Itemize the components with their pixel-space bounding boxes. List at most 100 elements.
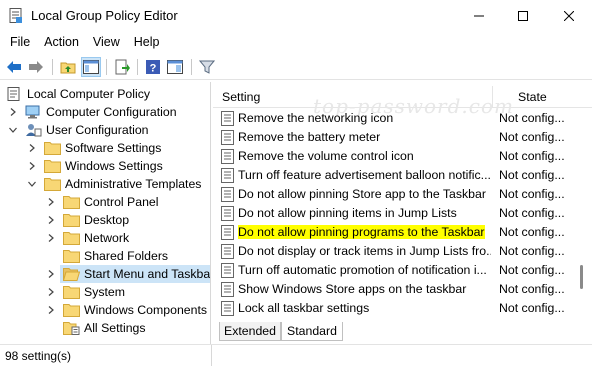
back-button[interactable]	[4, 57, 24, 77]
column-header-setting[interactable]: Setting	[222, 90, 260, 104]
export-list-button[interactable]	[112, 57, 132, 77]
table-row-highlighted[interactable]: Do not allow pinning programs to the Tas…	[213, 223, 579, 242]
filter-icon	[199, 60, 215, 74]
table-row[interactable]: Remove the networking icon Not config...	[213, 109, 579, 128]
show-hide-tree-icon	[83, 60, 99, 74]
all-settings-icon	[63, 322, 80, 335]
table-row[interactable]: Show Windows Store apps on the taskbar N…	[213, 280, 579, 299]
close-button[interactable]	[546, 0, 592, 31]
folder-icon	[44, 160, 61, 173]
minimize-button[interactable]	[456, 0, 502, 31]
show-hide-tree-button[interactable]	[81, 57, 101, 77]
menu-file[interactable]: File	[0, 32, 37, 52]
tree-item-software-settings[interactable]: Software Settings	[0, 139, 210, 157]
setting-state: Not config...	[499, 149, 565, 163]
tree-item-administrative-templates[interactable]: Administrative Templates	[0, 175, 210, 193]
table-row[interactable]: Turn off automatic promotion of notifica…	[213, 261, 579, 280]
policy-setting-icon	[221, 244, 234, 259]
tree-item-root[interactable]: Local Computer Policy	[0, 85, 210, 103]
chevron-right-icon[interactable]	[47, 234, 55, 242]
up-level-button[interactable]	[58, 57, 78, 77]
policy-setting-icon	[221, 111, 234, 126]
status-bar: 98 setting(s)	[0, 344, 592, 366]
chevron-right-icon[interactable]	[47, 216, 55, 224]
console-view-icon	[167, 60, 183, 74]
up-folder-icon	[60, 62, 76, 74]
chevron-down-icon[interactable]	[9, 126, 17, 134]
tab-standard[interactable]: Standard	[281, 322, 343, 341]
help-icon: ?	[146, 60, 160, 75]
tree-item-desktop[interactable]: Desktop	[0, 211, 210, 229]
tree-item-system[interactable]: System	[0, 283, 210, 301]
maximize-icon	[518, 10, 528, 21]
tree-item-windows-settings[interactable]: Windows Settings	[0, 157, 210, 175]
table-row[interactable]: Do not display or track items in Jump Li…	[213, 242, 579, 261]
policy-setting-icon	[221, 149, 234, 164]
list-header: Setting top-password.com State	[213, 86, 592, 118]
tree-item-start-menu-and-taskbar[interactable]: Start Menu and Taskbar	[0, 265, 211, 283]
policy-setting-icon	[221, 130, 234, 145]
setting-state: Not config...	[499, 130, 565, 144]
table-row[interactable]: Lock all taskbar settings Not config...	[213, 299, 579, 318]
setting-state: Not config...	[499, 168, 565, 182]
table-row[interactable]: Turn off feature advertisement balloon n…	[213, 166, 579, 185]
table-row[interactable]: Do not allow pinning items in Jump Lists…	[213, 204, 579, 223]
column-divider[interactable]	[492, 86, 493, 108]
close-icon	[564, 10, 574, 21]
chevron-right-icon[interactable]	[28, 144, 36, 152]
minimize-icon	[474, 15, 484, 16]
highlighted-text: Do not allow pinning programs to the Tas…	[238, 225, 485, 239]
maximize-button[interactable]	[500, 0, 546, 31]
table-row[interactable]: Remove the battery meter Not config...	[213, 128, 579, 147]
chevron-right-icon[interactable]	[47, 306, 55, 314]
tree-item-shared-folders[interactable]: Shared Folders	[0, 247, 210, 265]
policy-setting-icon	[221, 282, 234, 297]
menu-bar: File Action View Help	[0, 32, 592, 52]
filter-button[interactable]	[197, 57, 217, 77]
computer-icon	[25, 105, 40, 119]
chevron-right-icon[interactable]	[47, 270, 55, 278]
chevron-down-icon[interactable]	[28, 180, 36, 188]
folder-icon	[44, 178, 61, 191]
tree-item-windows-components[interactable]: Windows Components	[0, 301, 210, 319]
setting-name: Show Windows Store apps on the taskbar	[238, 282, 467, 296]
chevron-right-icon[interactable]	[47, 288, 55, 296]
folder-icon	[63, 286, 80, 299]
setting-name: Remove the volume control icon	[238, 149, 414, 163]
policy-setting-icon	[221, 168, 234, 183]
menu-view[interactable]: View	[86, 32, 127, 52]
folder-icon	[63, 214, 80, 227]
chevron-right-icon[interactable]	[47, 198, 55, 206]
chevron-right-icon[interactable]	[9, 108, 17, 116]
setting-name: Do not allow pinning Store app to the Ta…	[238, 187, 486, 201]
vertical-scrollbar[interactable]	[578, 107, 585, 315]
table-row[interactable]: Do not allow pinning Store app to the Ta…	[213, 185, 579, 204]
tree-item-user-configuration[interactable]: User Configuration	[0, 121, 210, 139]
folder-icon	[63, 304, 80, 317]
title-bar: Local Group Policy Editor	[0, 0, 592, 31]
setting-state: Not config...	[499, 263, 565, 277]
table-row[interactable]: Remove the volume control icon Not confi…	[213, 147, 579, 166]
tree-label-start-menu-and-taskbar: Start Menu and Taskbar	[84, 267, 211, 281]
folder-icon	[63, 232, 80, 245]
column-header-state[interactable]: State	[518, 90, 547, 104]
tree-label-user-configuration: User Configuration	[46, 123, 149, 137]
tree-item-computer-configuration[interactable]: Computer Configuration	[0, 103, 210, 121]
tree-item-network[interactable]: Network	[0, 229, 210, 247]
tree-item-all-settings[interactable]: All Settings	[0, 319, 210, 337]
forward-button[interactable]	[26, 57, 46, 77]
scrollbar-thumb[interactable]	[580, 265, 583, 289]
policy-setting-icon	[221, 225, 234, 240]
export-list-icon	[115, 59, 130, 75]
menu-help[interactable]: Help	[127, 32, 167, 52]
toolbar: ?	[0, 54, 592, 80]
tab-extended[interactable]: Extended	[219, 322, 281, 341]
policy-setting-icon	[221, 206, 234, 221]
tree-label-software-settings: Software Settings	[65, 141, 162, 155]
chevron-right-icon[interactable]	[28, 162, 36, 170]
tree-item-control-panel[interactable]: Control Panel	[0, 193, 210, 211]
help-button[interactable]: ?	[143, 57, 163, 77]
folder-icon	[63, 196, 80, 209]
console-view-button[interactable]	[165, 57, 185, 77]
menu-action[interactable]: Action	[37, 32, 86, 52]
